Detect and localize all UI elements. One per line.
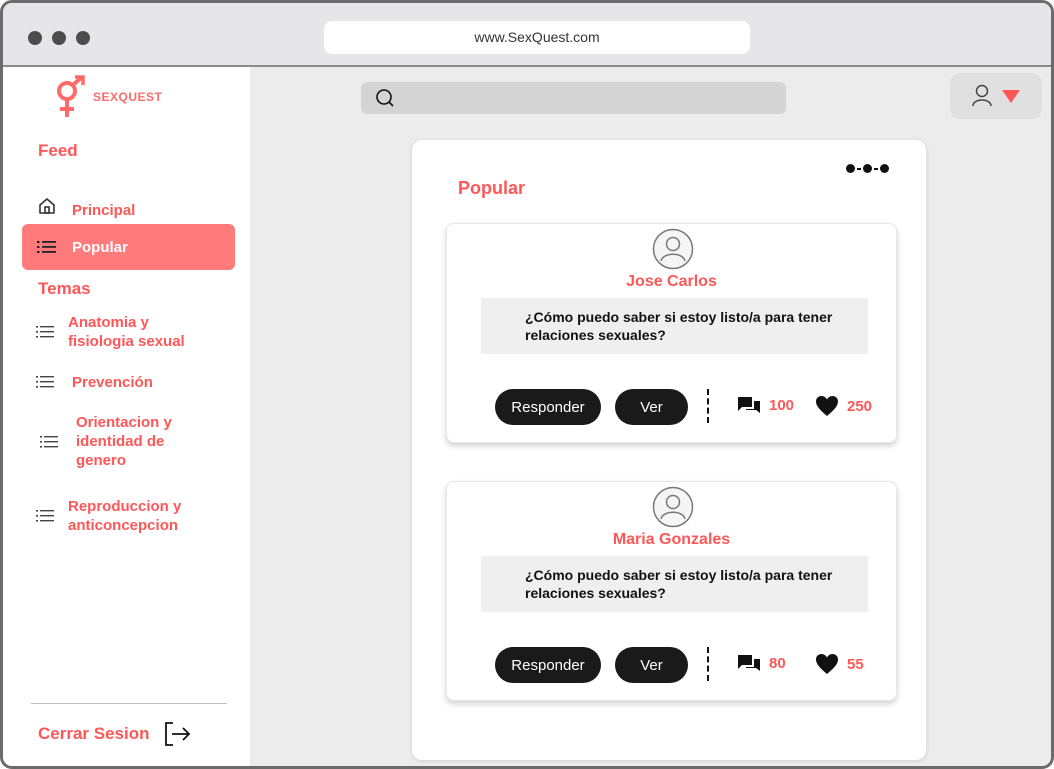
sidebar-item-label: Prevención	[72, 373, 153, 391]
sidebar-item-popular[interactable]: Popular	[22, 224, 235, 270]
post-card: Jose Carlos ¿Cómo puedo saber si estoy l…	[446, 223, 897, 443]
main-content: Popular Jose Carlos ¿Cómo puedo saber si…	[250, 123, 1051, 766]
reply-button[interactable]: Responder	[495, 389, 601, 425]
user-menu-button[interactable]	[950, 73, 1042, 119]
sidebar-divider	[31, 703, 227, 704]
heart-icon	[816, 396, 838, 416]
post-question: ¿Cómo puedo saber si estoy listo/a para …	[481, 556, 868, 612]
avatar	[652, 228, 694, 270]
post-question: ¿Cómo puedo saber si estoy listo/a para …	[481, 298, 868, 354]
view-button[interactable]: Ver	[615, 389, 688, 425]
home-icon	[36, 195, 58, 217]
feed-section-title: Feed	[38, 141, 78, 160]
chevron-down-icon	[1002, 90, 1020, 103]
comment-count[interactable]: 80	[737, 653, 786, 673]
search-input[interactable]	[403, 90, 763, 106]
list-icon	[34, 321, 56, 343]
list-icon	[34, 505, 56, 527]
question-text: ¿Cómo puedo saber si estoy listo/a para …	[525, 567, 833, 601]
user-icon	[972, 84, 992, 107]
sidebar-item-label: Reproduccion y anticoncepcion	[68, 498, 182, 534]
like-count[interactable]: 250	[815, 395, 872, 417]
sidebar-item-label: Principal	[72, 201, 136, 219]
like-count-value: 250	[847, 397, 873, 415]
logout-button[interactable]: Cerrar Sesion	[38, 719, 192, 749]
topics-section-title: Temas	[38, 279, 91, 298]
minimize-dot[interactable]	[52, 31, 66, 45]
like-count-value: 55	[847, 655, 864, 673]
gender-symbol-icon	[57, 75, 85, 117]
question-text: ¿Cómo puedo saber si estoy listo/a para …	[525, 309, 833, 343]
search-icon	[376, 89, 394, 107]
sidebar-item-orientacion[interactable]: Orientacion y identidad de genero	[22, 413, 235, 470]
heart-icon	[816, 654, 838, 674]
list-icon	[34, 371, 56, 393]
action-separator	[707, 389, 709, 423]
close-dot[interactable]	[28, 31, 42, 45]
sidebar-item-reproduccion[interactable]: Reproduccion y anticoncepcion	[22, 497, 235, 535]
comment-count[interactable]: 100	[737, 395, 794, 415]
post-author[interactable]: Jose Carlos	[447, 273, 896, 291]
sidebar: SEXQUEST Feed Principal Popular Temas An…	[3, 67, 250, 766]
action-separator	[707, 647, 709, 681]
like-count[interactable]: 55	[815, 653, 864, 675]
comments-icon	[738, 397, 760, 413]
search-bar[interactable]	[361, 82, 786, 114]
sidebar-item-label: Orientacion y identidad de genero	[76, 414, 172, 469]
app-logo[interactable]: SEXQUEST	[53, 72, 193, 122]
logout-label: Cerrar Sesion	[38, 724, 150, 743]
logout-icon	[164, 722, 190, 746]
sidebar-item-anatomia[interactable]: Anatomia y fisiologia sexual	[22, 313, 235, 351]
view-button[interactable]: Ver	[615, 647, 688, 683]
comments-icon	[738, 655, 760, 671]
sidebar-item-principal[interactable]: Principal	[22, 189, 235, 223]
list-icon	[36, 236, 58, 258]
brand-name: SEXQUEST	[93, 90, 163, 104]
reply-button[interactable]: Responder	[495, 647, 601, 683]
browser-window: www.SexQuest.com SEXQUEST Feed Principal	[0, 0, 1054, 769]
page-title: Popular	[458, 178, 526, 198]
window-controls	[28, 31, 90, 45]
post-author[interactable]: Maria Gonzales	[447, 531, 896, 549]
list-icon	[38, 431, 60, 453]
sidebar-item-label: Popular	[72, 238, 128, 256]
sidebar-item-label: Anatomia y fisiologia sexual	[68, 314, 185, 350]
feed-panel: Popular Jose Carlos ¿Cómo puedo saber si…	[412, 140, 926, 760]
maximize-dot[interactable]	[76, 31, 90, 45]
post-card: Maria Gonzales ¿Cómo puedo saber si esto…	[446, 481, 897, 701]
avatar	[652, 486, 694, 528]
comment-count-value: 100	[769, 396, 795, 414]
browser-chrome: www.SexQuest.com	[3, 3, 1051, 67]
address-bar[interactable]: www.SexQuest.com	[324, 21, 750, 54]
sidebar-item-prevencion[interactable]: Prevención	[22, 371, 235, 393]
comment-count-value: 80	[769, 654, 786, 672]
more-options-icon[interactable]	[846, 164, 889, 173]
